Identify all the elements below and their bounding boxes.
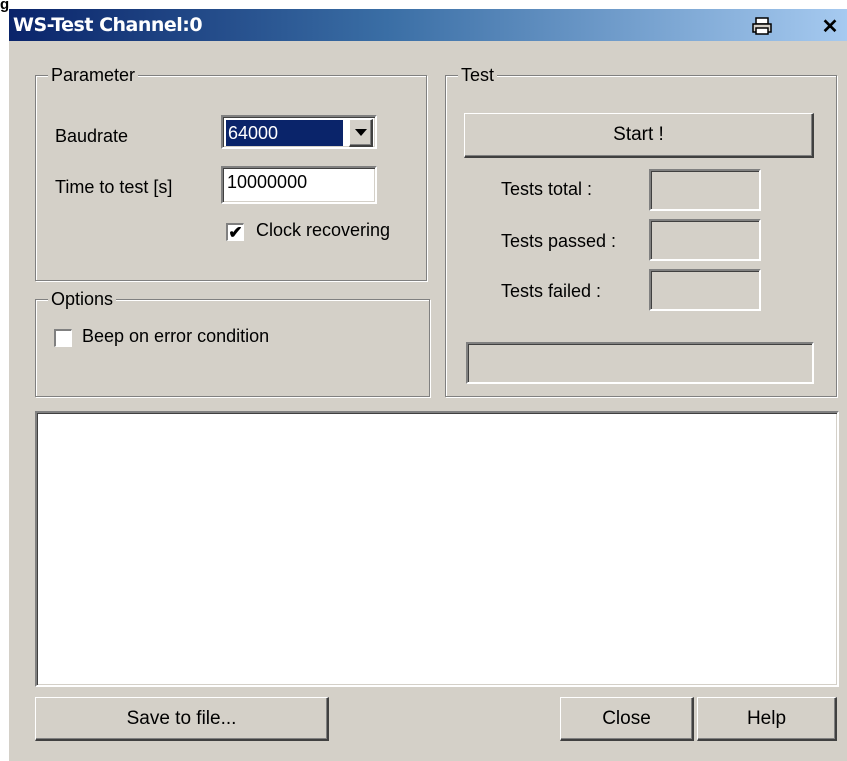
- progress-bar: [466, 342, 814, 384]
- tests-passed-label: Tests passed :: [501, 231, 617, 251]
- tests-failed-label: Tests failed :: [501, 281, 602, 301]
- tests-failed-field: [649, 269, 761, 311]
- help-button-label: Help: [746, 707, 787, 729]
- test-legend: Test: [458, 63, 498, 87]
- parameter-legend: Parameter: [48, 63, 139, 87]
- start-button[interactable]: Start !: [464, 113, 814, 158]
- dialog-window: WS-Test Channel:0 ✕ Parameter Baudrate 6…: [8, 8, 847, 761]
- save-to-file-label: Save to file...: [126, 707, 237, 729]
- options-group: Options Beep on error condition: [35, 287, 430, 397]
- clock-recovering-label: Clock recovering: [256, 220, 391, 240]
- time-to-test-input[interactable]: 10000000: [221, 166, 377, 204]
- window-title: WS-Test Channel:0: [13, 14, 203, 36]
- tests-total-label: Tests total :: [501, 179, 593, 199]
- beep-on-error-label: Beep on error condition: [82, 326, 270, 346]
- help-button[interactable]: Help: [697, 697, 837, 741]
- close-button[interactable]: Close: [560, 697, 694, 741]
- chevron-down-icon[interactable]: [349, 119, 373, 147]
- baudrate-value: 64000: [226, 120, 343, 146]
- log-output-area[interactable]: [35, 411, 839, 687]
- options-legend: Options: [48, 287, 117, 311]
- close-icon[interactable]: ✕: [815, 14, 845, 38]
- tests-total-field: [649, 169, 761, 211]
- title-bar[interactable]: WS-Test Channel:0 ✕: [9, 9, 847, 41]
- close-button-label: Close: [602, 707, 651, 729]
- save-to-file-button[interactable]: Save to file...: [35, 697, 329, 741]
- start-button-label: Start !: [613, 124, 664, 145]
- test-group: Test Start ! Tests total : Tests passed …: [445, 63, 837, 397]
- print-icon[interactable]: [747, 14, 777, 38]
- baudrate-select[interactable]: 64000: [221, 115, 377, 149]
- beep-on-error-checkbox[interactable]: [54, 329, 72, 347]
- clock-recovering-checkbox[interactable]: ✔: [226, 223, 244, 241]
- time-to-test-label: Time to test [s]: [55, 177, 173, 197]
- baudrate-label: Baudrate: [55, 126, 129, 146]
- tests-passed-field: [649, 219, 761, 261]
- parameter-group: Parameter Baudrate 64000 Time to test [s…: [35, 63, 427, 281]
- time-to-test-value: 10000000: [227, 172, 308, 192]
